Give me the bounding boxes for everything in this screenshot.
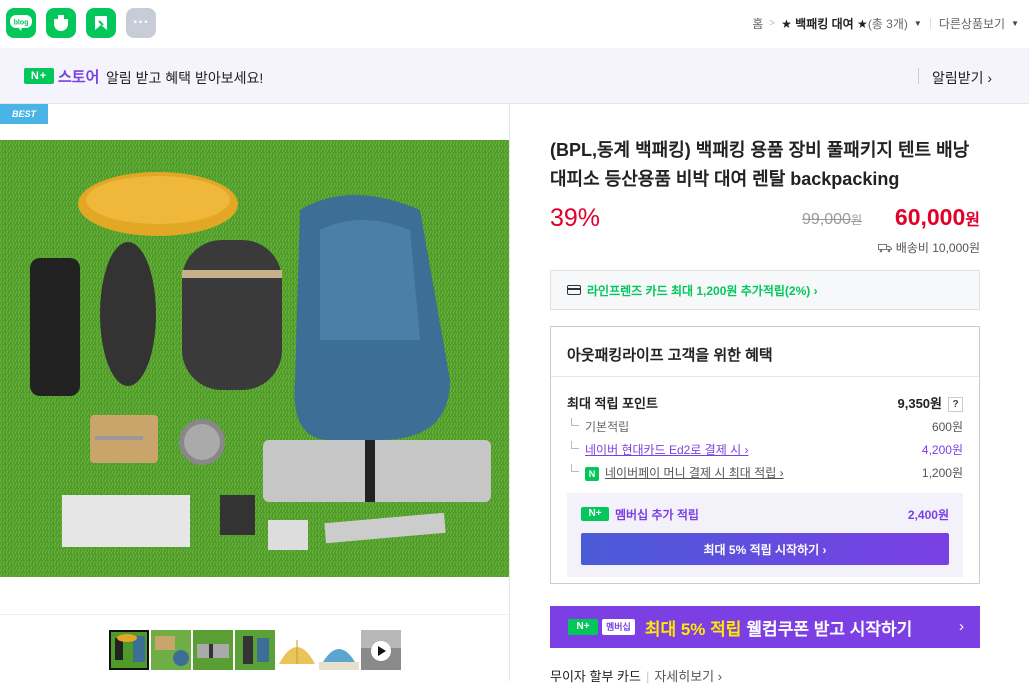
membership-label: 멤버십 추가 적립 bbox=[615, 508, 699, 522]
other-products-link[interactable]: 다른상품보기 bbox=[939, 15, 1005, 32]
discount-rate: 39% bbox=[550, 204, 601, 232]
chevron-down-icon[interactable]: ▼ bbox=[1011, 19, 1019, 28]
membership-badge: 멤버십 bbox=[602, 619, 635, 635]
thumbnail-3[interactable] bbox=[193, 630, 233, 670]
truck-icon bbox=[877, 243, 892, 252]
product-title: (BPL,동계 백패킹) 백패킹 용품 장비 풀패키지 텐트 배낭 대피소 등산… bbox=[550, 140, 970, 189]
thumbnail-6[interactable] bbox=[319, 630, 359, 670]
benefit-box: 아웃패킹라이프 고객을 위한 혜택 최대 적립 포인트 9,350원? 기본적립… bbox=[550, 326, 980, 584]
thumbnail-strip bbox=[0, 614, 509, 681]
divider bbox=[551, 376, 979, 377]
main-product-image[interactable] bbox=[0, 140, 509, 577]
product-gallery: BEST bbox=[0, 104, 510, 681]
naver-plus-badge: N+ bbox=[581, 507, 609, 521]
naver-plus-badge: N+ bbox=[568, 619, 598, 635]
naver-plus-badge: N+ bbox=[24, 68, 54, 84]
card-promo-link[interactable]: 라인프렌즈 카드 최대 1,200원 추가적립(2%) › bbox=[550, 270, 980, 310]
welcome-coupon-banner[interactable]: N+ 멤버십 최대 5% 적립 웰컴쿠폰 받고 시작하기 › bbox=[550, 606, 980, 648]
divider bbox=[929, 18, 931, 29]
thumbnail-4[interactable] bbox=[235, 630, 275, 670]
help-icon[interactable]: ? bbox=[948, 397, 963, 413]
thumbnail-1[interactable] bbox=[109, 630, 149, 670]
original-price: 99,000원 bbox=[802, 211, 862, 228]
coupon-text: 웰컴쿠폰 받고 시작하기 bbox=[746, 619, 913, 639]
coupon-highlight: 최대 5% 적립 bbox=[644, 619, 742, 639]
credit-card-icon bbox=[567, 285, 581, 295]
notify-message: 알림 받고 혜택 받아보세요! bbox=[106, 70, 264, 86]
top-bar: blog ··· 홈 > ★ 백패킹 대여 ★(총 3개) ▼ 다른상품보기 ▼ bbox=[0, 0, 1029, 48]
membership-start-button[interactable]: 최대 5% 적립 시작하기 › bbox=[581, 533, 949, 565]
shipping-fee: 배송비 10,000원 bbox=[877, 239, 980, 256]
breadcrumb: 홈 > ★ 백패킹 대여 ★(총 3개) ▼ 다른상품보기 ▼ bbox=[752, 15, 1019, 32]
installment-details-link[interactable]: 자세히보기 › bbox=[654, 669, 722, 684]
svg-text:blog: blog bbox=[14, 20, 29, 27]
more-apps-icon[interactable]: ··· bbox=[126, 8, 156, 38]
membership-amount: 2,400원 bbox=[907, 508, 949, 522]
divider bbox=[918, 68, 919, 84]
shortcut-app-icon[interactable] bbox=[86, 8, 116, 38]
blog-app-icon[interactable]: blog bbox=[6, 8, 36, 38]
naverpay-icon: N bbox=[585, 466, 599, 481]
installment-label: 무이자 할부 카드 bbox=[550, 669, 641, 684]
chevron-down-icon[interactable]: ▼ bbox=[914, 19, 922, 28]
store-notify-banner: N+ 스토어 알림 받고 혜택 받아보세요! 알림받기 › bbox=[0, 48, 1029, 104]
store-label: 스토어 bbox=[58, 69, 100, 86]
benefit-title: 아웃패킹라이프 고객을 위한 혜택 bbox=[567, 347, 773, 364]
thumbnail-2[interactable] bbox=[151, 630, 191, 670]
subscribe-notify-button[interactable]: 알림받기 › bbox=[932, 68, 992, 88]
sale-price: 60,000원 bbox=[894, 204, 980, 230]
best-badge: BEST bbox=[0, 104, 48, 124]
thumbnail-5[interactable] bbox=[277, 630, 317, 670]
breadcrumb-home[interactable]: 홈 bbox=[752, 15, 763, 32]
installment-row: 무이자 할부 카드 | 자세히보기 › bbox=[550, 669, 723, 684]
cafe-app-icon[interactable] bbox=[46, 8, 76, 38]
chevron-right-icon: › bbox=[959, 618, 964, 635]
membership-box: N+ 멤버십 추가 적립 2,400원 최대 5% 적립 시작하기 › bbox=[567, 493, 963, 577]
breadcrumb-separator: > bbox=[769, 18, 776, 29]
breadcrumb-current-category[interactable]: ★ 백패킹 대여 ★(총 3개) bbox=[781, 15, 908, 32]
thumbnail-7-video[interactable] bbox=[361, 630, 401, 670]
